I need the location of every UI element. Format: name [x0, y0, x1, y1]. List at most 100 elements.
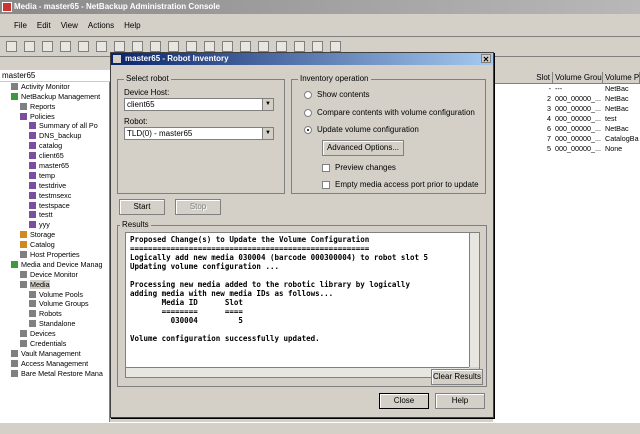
start-button[interactable]: Start — [119, 199, 165, 215]
properties-icon[interactable] — [168, 41, 179, 52]
column-volume-pool[interactable]: Volume Po — [603, 72, 640, 83]
column-volume-group[interactable]: Volume Group — [553, 72, 603, 83]
radio-update-volume[interactable]: Update volume configuration — [304, 125, 419, 134]
cut-icon[interactable] — [96, 41, 107, 52]
tree-item[interactable]: Media and Device Manag — [0, 260, 109, 270]
tree-item[interactable]: temp — [0, 171, 109, 181]
robot-select[interactable]: TLD(0) - master65 ▼ — [124, 127, 274, 140]
radio-compare-contents[interactable]: Compare contents with volume configurati… — [304, 108, 475, 117]
table-row[interactable]: - --- NetBac — [493, 84, 640, 94]
inventory-icon[interactable] — [222, 41, 233, 52]
wizard-icon[interactable] — [60, 41, 71, 52]
tree-item[interactable]: testdrive — [0, 181, 109, 191]
tree-node-icon — [20, 280, 27, 288]
table-cell: 3 — [547, 104, 551, 113]
tree-item[interactable]: Policies — [0, 112, 109, 122]
table-row[interactable]: 6 000_00000_... NetBac — [493, 124, 640, 134]
advanced-options-button[interactable]: Advanced Options... — [322, 140, 404, 156]
device-host-select[interactable]: client65 ▼ — [124, 98, 274, 111]
tree-item[interactable]: Catalog — [0, 240, 109, 250]
tree-item[interactable]: testt — [0, 210, 109, 220]
tree-item[interactable]: Activity Monitor — [0, 82, 109, 92]
tree-node-icon — [29, 201, 36, 209]
table-row[interactable]: 5 000_00000_... None — [493, 144, 640, 154]
open-icon[interactable] — [24, 41, 35, 52]
tree-item[interactable]: Volume Pools — [0, 290, 109, 300]
tree-item[interactable]: master65 — [0, 161, 109, 171]
new-icon[interactable] — [6, 41, 17, 52]
radio-button[interactable] — [304, 90, 312, 99]
tree-item[interactable]: Volume Groups — [0, 299, 109, 309]
tree-item[interactable]: NetBackup Management — [0, 92, 109, 102]
menu-view[interactable]: View — [61, 21, 78, 30]
find-icon[interactable] — [204, 41, 215, 52]
close-icon[interactable]: ✕ — [481, 54, 491, 64]
checkbox[interactable] — [322, 163, 330, 172]
move-icon[interactable] — [258, 41, 269, 52]
menu-file[interactable]: File — [14, 21, 27, 30]
tree-item-label: yyy — [39, 220, 50, 230]
chevron-down-icon[interactable]: ▼ — [262, 128, 273, 139]
checkbox[interactable] — [322, 180, 330, 189]
tree-item[interactable]: testmsexc — [0, 191, 109, 201]
tree-node-icon — [29, 142, 36, 150]
tree-item[interactable]: catalog — [0, 141, 109, 151]
tree-item[interactable]: testspace — [0, 201, 109, 211]
tree-item[interactable]: yyy — [0, 220, 109, 230]
radio-button-selected[interactable] — [304, 125, 312, 134]
table-row[interactable]: 7 000_00000_... CatalogBa — [493, 134, 640, 144]
vertical-scrollbar[interactable] — [469, 233, 479, 369]
menu-help[interactable]: Help — [124, 21, 140, 30]
close-button[interactable]: Close — [379, 393, 429, 409]
tree-item-label: Host Properties — [30, 250, 80, 260]
tree-item[interactable]: DNS_backup — [0, 131, 109, 141]
tree-item[interactable]: Summary of all Po — [0, 121, 109, 131]
tree-item[interactable]: Robots — [0, 309, 109, 319]
clear-results-button[interactable]: Clear Results — [431, 369, 483, 385]
freeze-icon[interactable] — [312, 41, 323, 52]
erase-icon[interactable] — [294, 41, 305, 52]
tree-item[interactable]: Devices — [0, 329, 109, 339]
column-slot[interactable]: Slot — [493, 72, 553, 83]
filter-icon[interactable] — [186, 41, 197, 52]
preview-changes-checkbox[interactable]: Preview changes — [322, 163, 396, 172]
label-icon[interactable] — [276, 41, 287, 52]
tree-item[interactable]: Media — [0, 279, 109, 290]
paste-icon[interactable] — [132, 41, 143, 52]
tree-item[interactable]: Vault Management — [0, 349, 109, 359]
select-robot-group: Select robot Device Host: client65 ▼ Rob… — [117, 74, 285, 194]
menu-edit[interactable]: Edit — [37, 21, 51, 30]
tree-node-icon — [20, 102, 27, 110]
table-row[interactable]: 3 000_00000_... NetBac — [493, 104, 640, 114]
tree-node-icon — [20, 112, 27, 120]
tree-item[interactable]: Storage — [0, 230, 109, 240]
radio-button[interactable] — [304, 108, 312, 117]
tree-item[interactable]: Access Management — [0, 359, 109, 369]
delete-icon[interactable] — [150, 41, 161, 52]
tree-node-icon — [20, 251, 27, 259]
tree-item[interactable]: Bare Metal Restore Mana — [0, 369, 109, 379]
radio-show-contents[interactable]: Show contents — [304, 90, 369, 99]
app-title: Media - master65 - NetBackup Administrat… — [14, 2, 220, 11]
help-icon[interactable] — [330, 41, 341, 52]
table-row[interactable]: 4 000_00000_... test — [493, 114, 640, 124]
tree-item[interactable]: client65 — [0, 151, 109, 161]
tree-item[interactable]: Host Properties — [0, 250, 109, 260]
tree-item-label: Reports — [30, 101, 56, 111]
tree-item[interactable]: Device Monitor — [0, 270, 109, 280]
results-textarea[interactable]: Proposed Change(s) to Update the Volume … — [125, 232, 480, 378]
refresh-icon[interactable] — [78, 41, 89, 52]
table-row[interactable]: 2 000_00000_... NetBac — [493, 94, 640, 104]
tree-item[interactable]: Standalone — [0, 319, 109, 329]
empty-media-access-checkbox[interactable]: Empty media access port prior to update — [322, 180, 479, 189]
print-icon[interactable] — [42, 41, 53, 52]
help-button[interactable]: Help — [435, 393, 485, 409]
tree-item[interactable]: Credentials — [0, 339, 109, 349]
chevron-down-icon[interactable]: ▼ — [262, 99, 273, 110]
tree-item[interactable]: Reports — [0, 102, 109, 112]
horizontal-scrollbar[interactable] — [126, 367, 471, 377]
stop-button[interactable]: Stop — [175, 199, 221, 215]
copy-icon[interactable] — [114, 41, 125, 52]
menu-actions[interactable]: Actions — [88, 21, 114, 30]
eject-icon[interactable] — [240, 41, 251, 52]
